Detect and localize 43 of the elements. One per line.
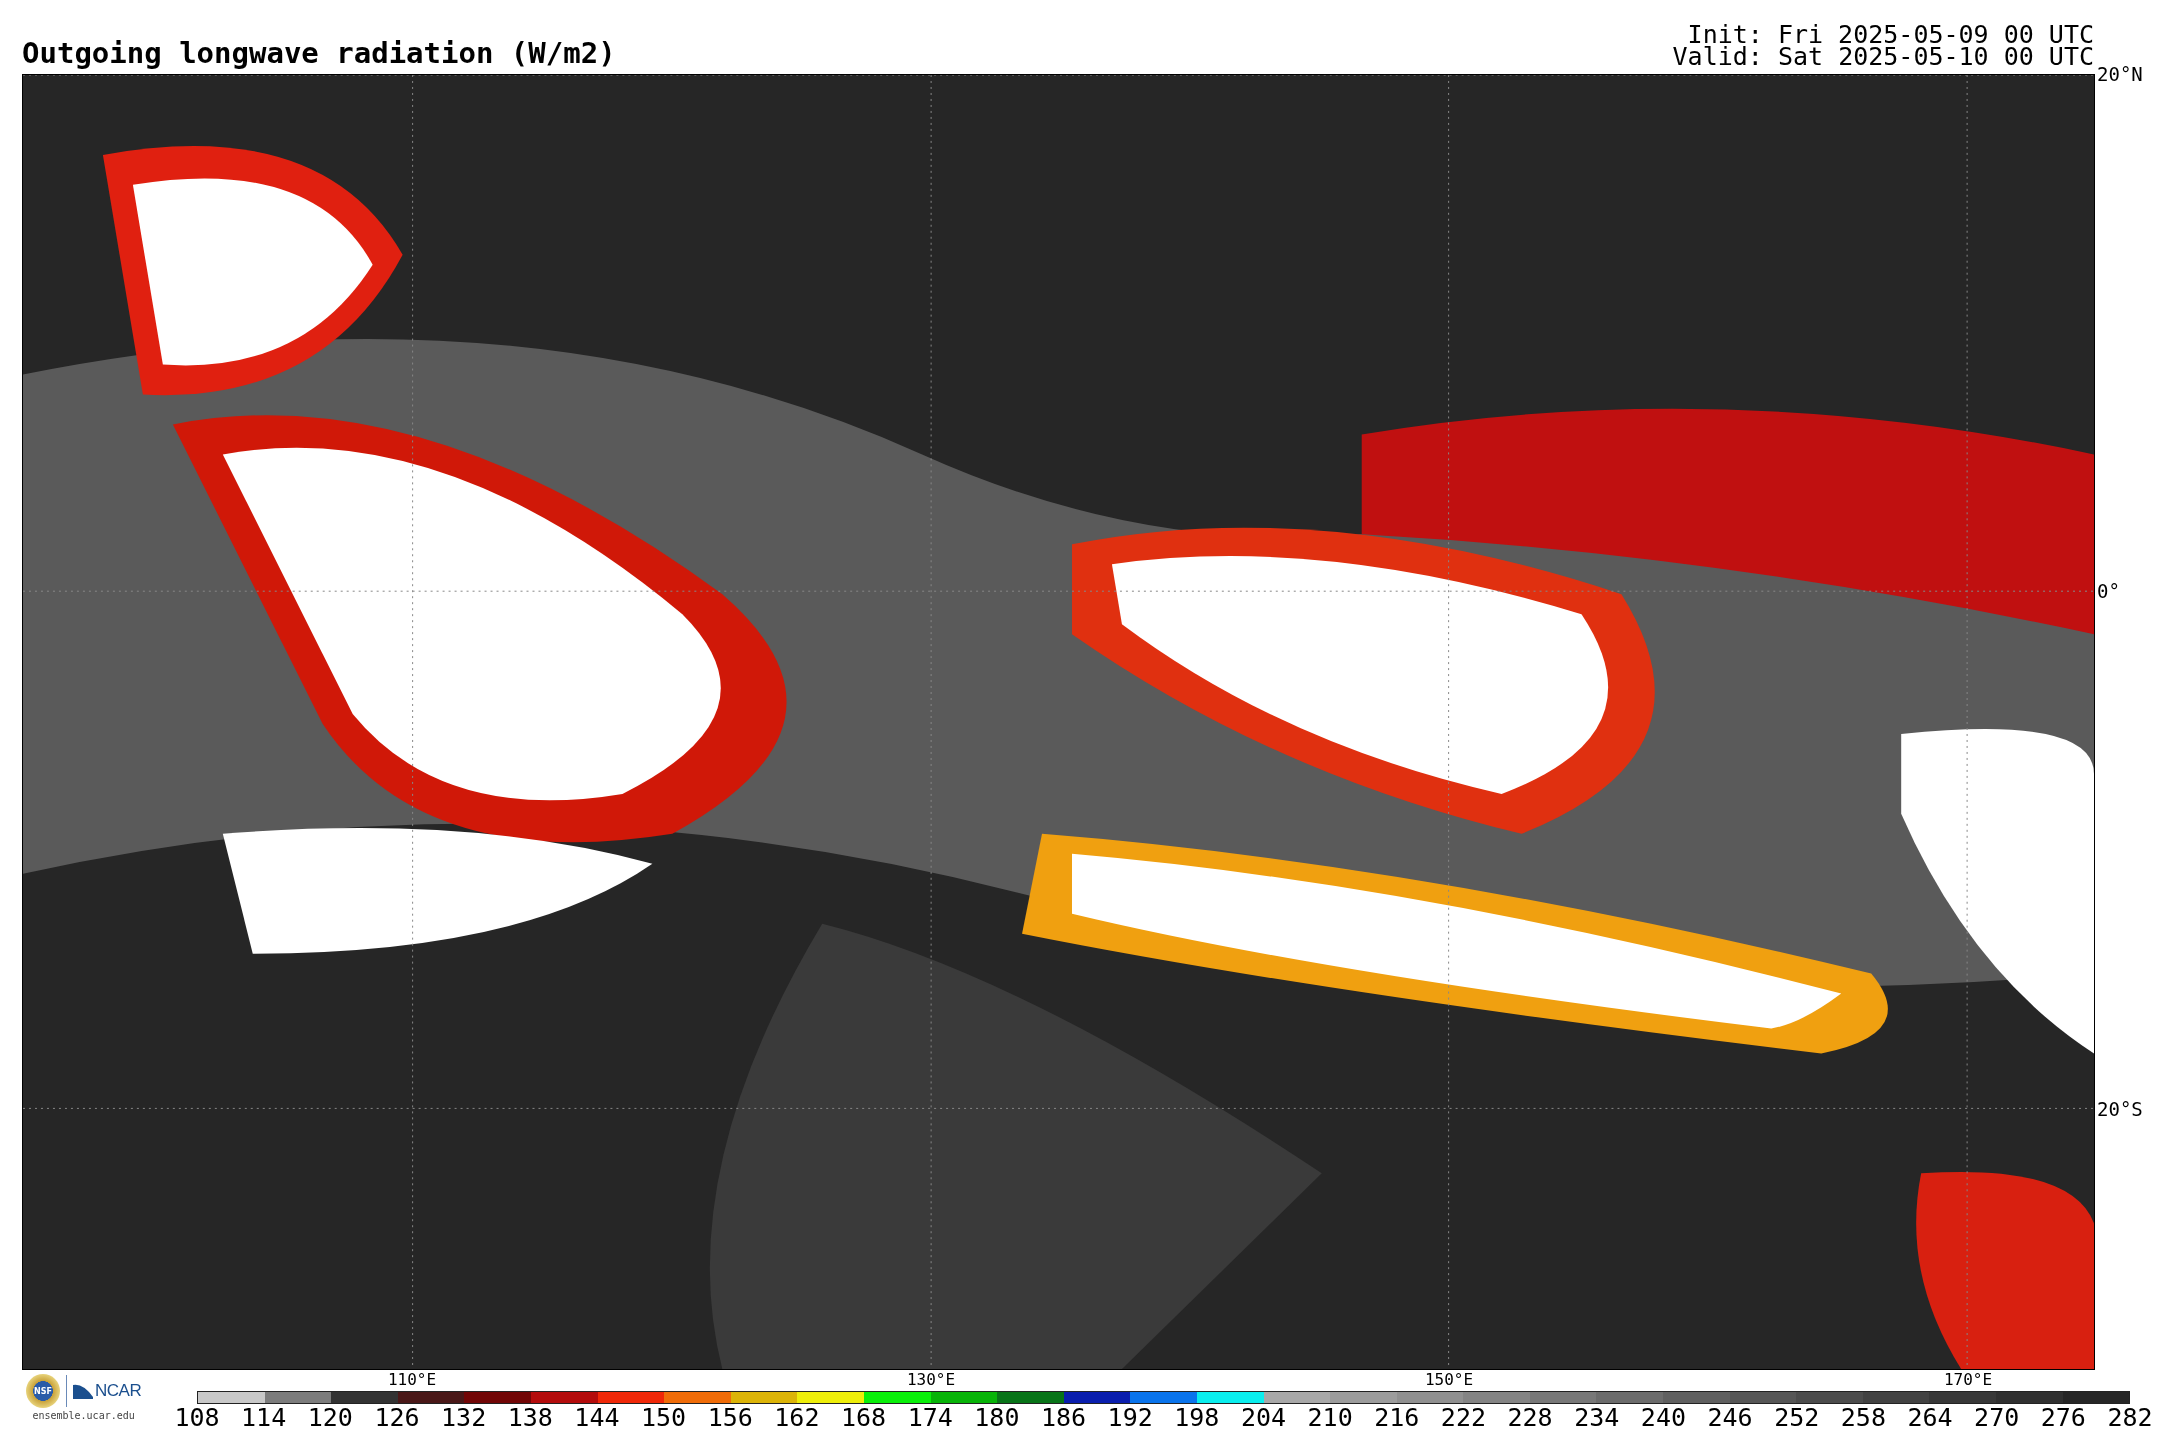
scale-tick-label: 240	[1640, 1403, 1686, 1432]
scale-tick-label: 126	[374, 1403, 420, 1432]
latitude-label: 0°	[2097, 580, 2120, 602]
scale-tick-label: 192	[1107, 1403, 1153, 1432]
init-time: Init: Fri 2025-05-09 00 UTC	[1687, 24, 2094, 46]
scale-tick-label: 204	[1240, 1403, 1287, 1432]
scale-tick-label: 120	[307, 1403, 353, 1432]
scale-tick-label: 114	[241, 1403, 287, 1432]
scale-tick-label: 174	[907, 1403, 953, 1432]
scale-tick-label: 228	[1507, 1403, 1553, 1432]
valid-time: Valid: Sat 2025-05-10 00 UTC	[1672, 46, 2094, 68]
scale-tick-label: 156	[707, 1403, 753, 1432]
scale-tick-label: 246	[1707, 1403, 1753, 1432]
website-url: ensemble.ucar.edu	[32, 1410, 135, 1421]
scale-tick-label: 186	[1040, 1403, 1087, 1432]
longitude-label: 170°E	[1943, 1370, 1993, 1389]
scale-tick-label: 168	[840, 1403, 887, 1432]
scale-tick-label: 222	[1440, 1403, 1486, 1432]
nsf-logo: NSF	[26, 1374, 60, 1408]
longitude-label: 130°E	[906, 1370, 956, 1389]
longitude-label: 150°E	[1424, 1370, 1474, 1389]
scale-tick-label: 282	[2107, 1403, 2153, 1432]
latitude-label: 20°S	[2097, 1098, 2143, 1120]
scale-tick-label: 270	[1974, 1403, 2020, 1432]
scale-tick-label: 216	[1374, 1403, 1420, 1432]
scale-tick-label: 180	[974, 1403, 1020, 1432]
scale-tick-label: 234	[1574, 1403, 1620, 1432]
scale-tick-label: 252	[1774, 1403, 1820, 1432]
scale-tick-label: 276	[2040, 1403, 2086, 1432]
scale-tick-label: 132	[441, 1403, 487, 1432]
latitude-label: 20°N	[2097, 63, 2143, 85]
scale-tick-label: 108	[174, 1403, 220, 1432]
ncar-logo: NCAR	[73, 1381, 142, 1401]
scale-tick-label: 150	[641, 1403, 687, 1432]
chart-title: Outgoing longwave radiation (W/m2)	[22, 36, 616, 70]
scale-tick-label: 162	[774, 1403, 820, 1432]
scale-tick-label: 264	[1907, 1403, 1953, 1432]
longitude-label: 110°E	[387, 1370, 437, 1389]
scale-tick-label: 144	[574, 1403, 620, 1432]
scale-tick-label: 138	[507, 1403, 553, 1432]
scale-tick-label: 198	[1174, 1403, 1220, 1432]
scale-tick-label: 258	[1840, 1403, 1886, 1432]
scale-tick-label: 210	[1307, 1403, 1353, 1432]
